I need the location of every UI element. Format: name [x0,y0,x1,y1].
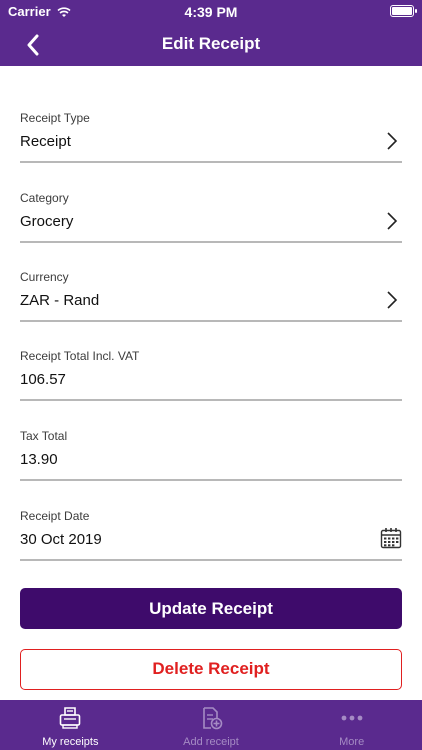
navigation-bar: Edit Receipt [0,24,422,66]
receipt-printer-icon [60,707,81,729]
tab-label: My receipts [42,736,99,748]
battery-icon [390,5,417,17]
tab-bar: My receipts Add receipt More [0,700,422,750]
date-label: Receipt Date [20,509,90,523]
receipt-type-label: Receipt Type [20,111,90,125]
chevron-right-icon [387,132,398,150]
update-receipt-button[interactable]: Update Receipt [20,588,402,629]
currency-label: Currency [20,270,69,284]
field-underline [20,559,402,561]
field-underline [20,399,402,401]
date-value: 30 Oct 2019 [20,531,102,548]
field-underline [20,479,402,481]
tax-field[interactable]: Tax Total 13.90 [20,429,402,489]
currency-field[interactable]: Currency ZAR - Rand [20,270,402,330]
tab-label: Add receipt [183,736,239,748]
delete-receipt-button[interactable]: Delete Receipt [20,649,402,690]
category-value: Grocery [20,213,74,230]
tax-input[interactable]: 13.90 [20,451,58,468]
field-underline [20,320,402,322]
field-underline [20,241,402,243]
total-label: Receipt Total Incl. VAT [20,349,140,363]
tab-my-receipts[interactable]: My receipts [0,700,141,750]
total-field[interactable]: Receipt Total Incl. VAT 106.57 [20,349,402,409]
category-label: Category [20,191,69,205]
clock: 4:39 PM [184,4,238,20]
date-field[interactable]: Receipt Date 30 Oct 2019 [20,509,402,569]
tax-label: Tax Total [20,429,68,443]
status-bar: Carrier 4:39 PM [0,0,422,24]
total-input[interactable]: 106.57 [20,371,66,388]
chevron-right-icon [387,212,398,230]
page-title: Edit Receipt [161,34,261,53]
add-document-icon [203,707,223,730]
field-underline [20,161,402,163]
calendar-icon[interactable] [380,527,402,549]
category-field[interactable]: Category Grocery [20,191,402,251]
tab-add-receipt[interactable]: Add receipt [141,700,282,750]
tab-label: More [339,736,365,748]
chevron-right-icon [387,291,398,309]
currency-value: ZAR - Rand [20,292,100,309]
receipt-type-field[interactable]: Receipt Type Receipt [20,111,402,171]
tab-more[interactable]: More [281,700,422,750]
more-dots-icon [341,715,363,721]
receipt-type-value: Receipt [20,133,71,150]
